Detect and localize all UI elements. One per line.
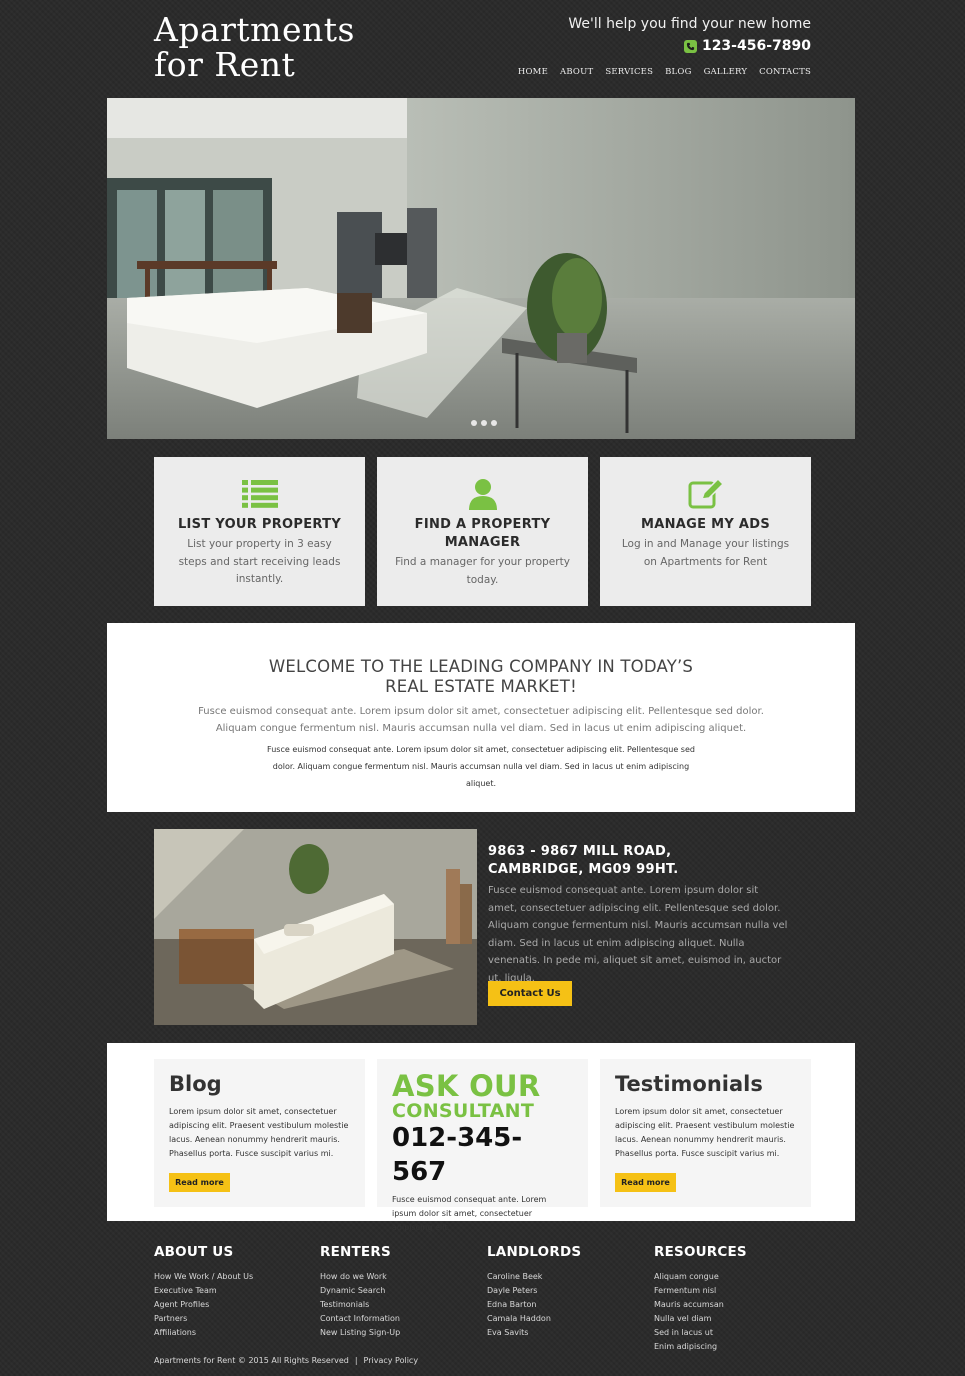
consultant-panel: ASK OUR CONSULTANT 012-345-567 Fusce eui… xyxy=(377,1059,588,1232)
footer-link[interactable]: Aliquam congue xyxy=(654,1270,804,1284)
hero-slider-image xyxy=(107,98,855,439)
welcome-paragraph: Fusce euismod consequat ante. Lorem ipsu… xyxy=(198,706,764,734)
blog-text: Lorem ipsum dolor sit amet, consectetuer… xyxy=(169,1107,349,1158)
footer-link[interactable]: Fermentum nisl xyxy=(654,1284,804,1298)
nav-gallery[interactable]: GALLERY xyxy=(704,67,748,77)
testimonials-text: Lorem ipsum dolor sit amet, consectetuer… xyxy=(615,1107,795,1158)
copyright-text: Apartments for Rent © 2015 All Rights Re… xyxy=(154,1356,349,1365)
footer-link[interactable]: Sed in lacus ut xyxy=(654,1326,804,1340)
address-text: Fusce euismod consequat ante. Lorem ipsu… xyxy=(488,885,788,984)
footer-link[interactable]: Camala Haddon xyxy=(487,1312,637,1326)
feature-manage-ads[interactable]: MANAGE MY ADS Log in and Manage your lis… xyxy=(600,457,811,606)
privacy-policy-link[interactable]: Privacy Policy xyxy=(364,1356,419,1365)
footer-link[interactable]: How We Work / About Us xyxy=(154,1270,304,1284)
hero-interior-illustration xyxy=(107,98,855,439)
nav-blog[interactable]: BLOG xyxy=(665,67,691,77)
consultant-text: Fusce euismod consequat ante. Lorem ipsu… xyxy=(392,1195,547,1232)
slider-dot-1[interactable] xyxy=(471,420,477,426)
testimonials-read-more-button[interactable]: Read more xyxy=(615,1173,676,1192)
welcome-title: WELCOME TO THE LEADING COMPANY IN TODAY’… xyxy=(268,657,694,696)
footer-heading: RENTERS xyxy=(320,1244,391,1260)
list-icon xyxy=(154,477,365,511)
footer-link[interactable]: Enim adipiscing xyxy=(654,1340,804,1354)
footer-renters: RENTERS How do we Work Dynamic Search Te… xyxy=(320,1243,470,1340)
footer-link[interactable]: New Listing Sign-Up xyxy=(320,1326,470,1340)
feature-find-manager[interactable]: FIND A PROPERTY MANAGER Find a manager f… xyxy=(377,457,588,606)
footer-link[interactable]: Executive Team xyxy=(154,1284,304,1298)
footer-heading: ABOUT US xyxy=(154,1244,234,1260)
nav-contacts[interactable]: CONTACTS xyxy=(759,67,811,77)
consultant-phone[interactable]: 012-345-567 xyxy=(392,1121,573,1189)
footer-resources: RESOURCES Aliquam congue Fermentum nisl … xyxy=(654,1243,804,1354)
welcome-paragraph-small: Fusce euismod consequat ante. Lorem ipsu… xyxy=(267,745,695,788)
header-phone: 123-456-7890 xyxy=(683,38,811,54)
footer-link[interactable]: Partners xyxy=(154,1312,304,1326)
edit-icon xyxy=(600,477,811,511)
nav-home[interactable]: HOME xyxy=(518,67,548,77)
tagline: We'll help you find your new home xyxy=(568,16,811,32)
footer-link[interactable]: Agent Profiles xyxy=(154,1298,304,1312)
testimonials-title[interactable]: Testimonials xyxy=(615,1071,796,1097)
footer-link[interactable]: Testimonials xyxy=(320,1298,470,1312)
footer-link[interactable]: Dayle Peters xyxy=(487,1284,637,1298)
blog-read-more-button[interactable]: Read more xyxy=(169,1173,230,1192)
footer-link[interactable]: Contact Information xyxy=(320,1312,470,1326)
feature-title: MANAGE MY ADS xyxy=(640,517,770,532)
slider-dot-2[interactable] xyxy=(481,420,487,426)
slider-dot-3[interactable] xyxy=(491,420,497,426)
site-logo[interactable]: Apartments for Rent xyxy=(154,12,355,82)
footer-link[interactable]: Caroline Beek xyxy=(487,1270,637,1284)
footer-link[interactable]: How do we Work xyxy=(320,1270,470,1284)
phone-icon xyxy=(683,39,697,53)
footer-heading: LANDLORDS xyxy=(487,1244,582,1260)
footer-link[interactable]: Affiliations xyxy=(154,1326,304,1340)
address-block: 9863 - 9867 MILL ROAD, CAMBRIDGE, MG09 9… xyxy=(488,843,788,987)
testimonials-panel: Testimonials Lorem ipsum dolor sit amet,… xyxy=(600,1059,811,1207)
feature-title: FIND A PROPERTY MANAGER xyxy=(414,517,551,550)
welcome-section: WELCOME TO THE LEADING COMPANY IN TODAY’… xyxy=(107,623,855,812)
address-title: 9863 - 9867 MILL ROAD, CAMBRIDGE, MG09 9… xyxy=(488,844,679,877)
feature-text: Log in and Manage your listings on Apart… xyxy=(621,538,790,568)
feature-text: Find a manager for your property today. xyxy=(395,556,570,586)
blog-panel: Blog Lorem ipsum dolor sit amet, consect… xyxy=(154,1059,365,1207)
ask-our-heading: ASK OUR xyxy=(392,1069,541,1103)
footer-about-us: ABOUT US How We Work / About Us Executiv… xyxy=(154,1243,304,1340)
user-icon xyxy=(377,477,588,511)
nav-services[interactable]: SERVICES xyxy=(605,67,653,77)
nav-about[interactable]: ABOUT xyxy=(560,67,593,77)
header-phone-number[interactable]: 123-456-7890 xyxy=(702,38,811,54)
feature-list-property[interactable]: LIST YOUR PROPERTY List your property in… xyxy=(154,457,365,606)
slider-pagination xyxy=(471,420,497,426)
footer-link[interactable]: Mauris accumsan xyxy=(654,1298,804,1312)
footer-landlords: LANDLORDS Caroline Beek Dayle Peters Edn… xyxy=(487,1243,637,1340)
property-image xyxy=(154,829,477,1025)
feature-title: LIST YOUR PROPERTY xyxy=(177,517,342,532)
footer-link[interactable]: Nulla vel diam xyxy=(654,1312,804,1326)
copyright-separator: | xyxy=(354,1356,358,1365)
living-room-illustration xyxy=(154,829,477,1025)
footer-link[interactable]: Dynamic Search xyxy=(320,1284,470,1298)
consultant-heading: CONSULTANT xyxy=(392,1100,535,1122)
blog-title[interactable]: Blog xyxy=(169,1071,350,1097)
contact-us-button[interactable]: Contact Us xyxy=(488,981,572,1006)
copyright-bar: Apartments for Rent © 2015 All Rights Re… xyxy=(154,1356,418,1365)
footer-heading: RESOURCES xyxy=(654,1244,747,1260)
main-nav: HOME ABOUT SERVICES BLOG GALLERY CONTACT… xyxy=(518,67,811,77)
feature-text: List your property in 3 easy steps and s… xyxy=(178,538,341,585)
footer-link[interactable]: Eva Savits xyxy=(487,1326,637,1340)
footer-link[interactable]: Edna Barton xyxy=(487,1298,637,1312)
